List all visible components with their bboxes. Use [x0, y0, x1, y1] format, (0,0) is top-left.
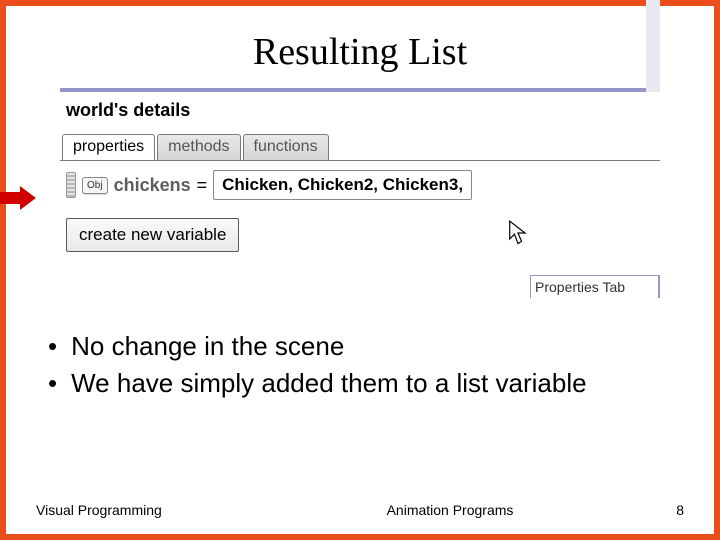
tab-methods[interactable]: methods: [157, 134, 240, 160]
tab-properties[interactable]: properties: [62, 134, 155, 160]
equals-sign: =: [197, 175, 208, 196]
type-badge: Obj: [82, 177, 108, 194]
footer-center: Animation Programs: [256, 502, 644, 518]
variable-name: chickens: [114, 175, 191, 196]
bullet-list: No change in the scene We have simply ad…: [48, 330, 686, 401]
panel-heading: world's details: [66, 100, 190, 121]
bullet-item: No change in the scene: [48, 330, 686, 363]
scrollbar[interactable]: [646, 0, 660, 92]
footer-left: Visual Programming: [36, 502, 256, 518]
tab-separator: [60, 160, 660, 161]
drag-handle-icon[interactable]: [66, 172, 76, 198]
variable-row: Obj chickens = Chicken, Chicken2, Chicke…: [66, 170, 472, 200]
properties-tab-box: Properties Tab: [530, 275, 660, 298]
bullet-item: We have simply added them to a list vari…: [48, 367, 686, 400]
tab-bar: properties methods functions: [62, 134, 329, 160]
tab-functions[interactable]: functions: [243, 134, 329, 160]
create-new-variable-button[interactable]: create new variable: [66, 218, 239, 252]
slide-footer: Visual Programming Animation Programs 8: [36, 502, 684, 518]
slide-title: Resulting List: [34, 30, 686, 74]
variable-value: Chicken, Chicken2, Chicken3,: [213, 170, 472, 200]
cursor-icon: [508, 220, 528, 251]
screenshot-panel: world's details properties methods funct…: [60, 88, 660, 298]
page-number: 8: [644, 502, 684, 518]
properties-tab-label: Properties Tab: [531, 276, 658, 298]
